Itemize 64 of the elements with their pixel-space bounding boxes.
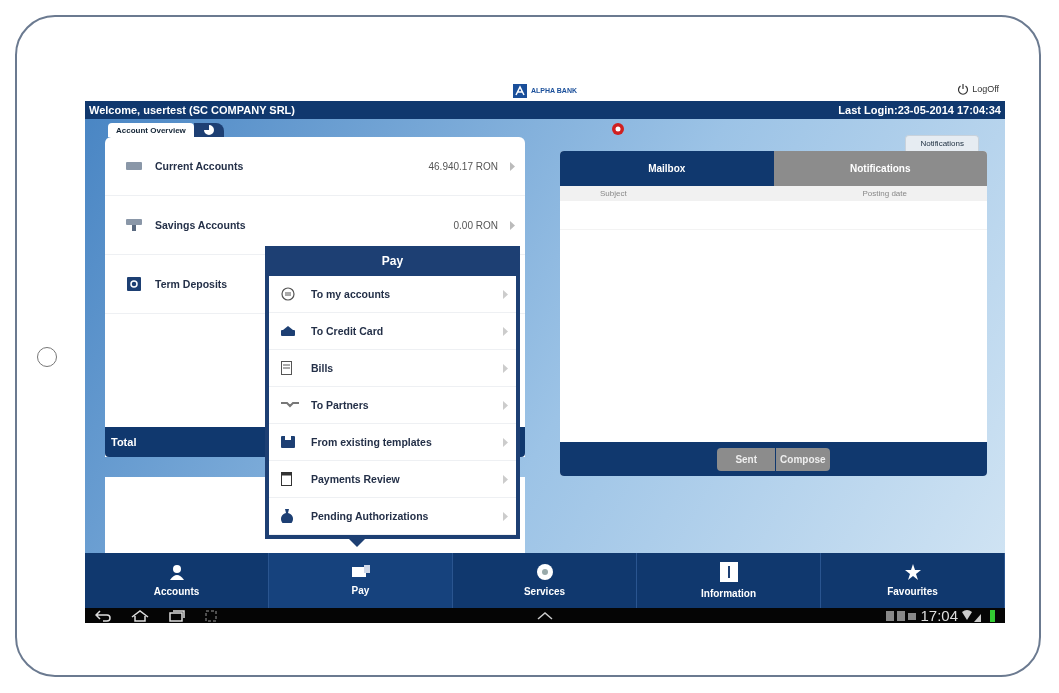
logo-icon: [513, 83, 527, 98]
pay-menu-item[interactable]: To my accounts: [269, 276, 516, 313]
nav-tab[interactable]: Pay: [269, 553, 453, 608]
pay-menu-title: Pay: [380, 253, 405, 270]
person-icon: [168, 564, 185, 580]
card-icon: [281, 325, 295, 337]
home-icon[interactable]: [131, 609, 149, 622]
pie-chart-icon: [203, 125, 214, 135]
recent-apps-icon[interactable]: [169, 609, 185, 622]
status-time: 17:04: [920, 607, 958, 623]
chevron-icon: [503, 363, 508, 373]
pay-menu-label: Pending Authorizations: [311, 510, 430, 522]
account-amount: 46.940.17 RON: [428, 160, 498, 172]
money-bag-icon: [281, 509, 293, 523]
document-icon: [281, 472, 292, 486]
money-icon: [125, 162, 143, 170]
pay-menu-item[interactable]: To Partners: [269, 387, 516, 424]
welcome-text: Welcome, usertest (SC COMPANY SRL): [89, 104, 295, 116]
chevron-icon: [503, 511, 508, 521]
account-name: Current Accounts: [155, 160, 244, 172]
caret-up-icon[interactable]: [537, 612, 553, 620]
pay-menu-label: To my accounts: [311, 288, 392, 300]
handshake-icon: [281, 401, 299, 409]
safe-icon: [125, 277, 143, 291]
pay-menu-item[interactable]: Pending Authorizations: [269, 498, 516, 535]
account-overview-tab[interactable]: Account Overview: [108, 123, 194, 137]
chart-tab[interactable]: [193, 123, 224, 137]
total-label: Total: [111, 436, 137, 448]
folder-icon: [281, 436, 295, 448]
mail-tab[interactable]: Mailbox: [560, 151, 774, 186]
pay-menu-item[interactable]: Payments Review: [269, 461, 516, 498]
exchange-icon: [281, 287, 295, 301]
chevron-icon: [510, 161, 515, 171]
pay-menu-label: Bills: [311, 362, 335, 374]
back-icon[interactable]: [95, 609, 111, 622]
account-row[interactable]: Current Accounts 46.940.17 RON: [105, 137, 525, 196]
chevron-icon: [503, 289, 508, 299]
chevron-icon: [503, 437, 508, 447]
pay-menu-item[interactable]: To Credit Card: [269, 313, 516, 350]
chevron-icon: [503, 400, 508, 410]
last-login-text: Last Login:23-05-2014 17:04:34: [838, 104, 1001, 116]
battery-icon: [990, 609, 995, 622]
pay-menu-label: To Credit Card: [311, 325, 385, 337]
account-name: Savings Accounts: [155, 219, 246, 231]
notifications-tab[interactable]: Notifications: [905, 135, 979, 151]
pay-menu-label: From existing templates: [311, 436, 433, 448]
star-icon: [904, 564, 921, 580]
alert-icon: [612, 123, 624, 135]
account-amount: 0.00 RON: [453, 219, 498, 231]
screenshot-icon[interactable]: [205, 609, 217, 622]
column-header: Posting date: [862, 189, 907, 198]
chevron-icon: [503, 326, 508, 336]
chevron-icon: [510, 220, 515, 230]
pay-menu-label: Payments Review: [311, 473, 401, 485]
column-header: Subject: [600, 189, 627, 198]
logoff-button[interactable]: LogOff: [957, 83, 999, 95]
bill-icon: [281, 361, 292, 375]
info-icon: [719, 562, 738, 582]
pay-menu-item[interactable]: From existing templates: [269, 424, 516, 461]
pay-menu-label: To Partners: [311, 399, 370, 411]
account-name: Term Deposits: [155, 278, 228, 290]
chevron-icon: [503, 474, 508, 484]
pay-menu-item[interactable]: Bills: [269, 350, 516, 387]
power-icon: [957, 83, 970, 95]
